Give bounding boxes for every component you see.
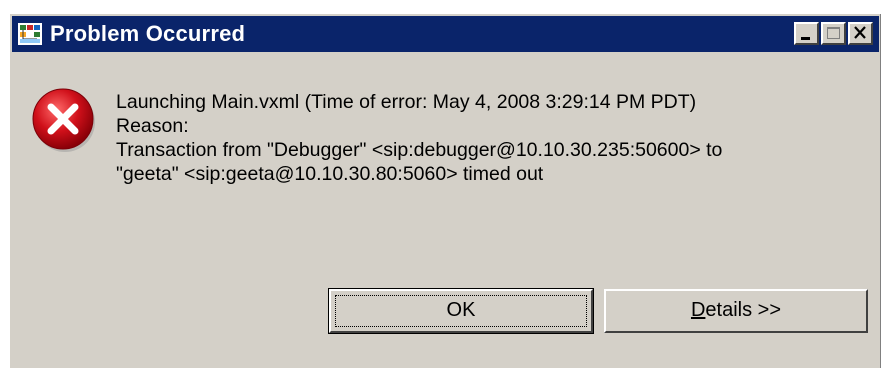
- minimize-icon: [801, 37, 810, 40]
- error-message: Launching Main.vxml (Time of error: May …: [116, 90, 856, 186]
- window-title: Problem Occurred: [50, 21, 246, 46]
- maximize-icon: [827, 27, 840, 39]
- message-line-timeout: "geeta" <sip:geeta@10.10.30.80:5060> tim…: [116, 163, 544, 185]
- message-line-launching: Launching Main.vxml (Time of error: May …: [116, 91, 697, 113]
- maximize-button[interactable]: [821, 22, 846, 45]
- ok-button[interactable]: OK: [328, 288, 594, 334]
- title-bar[interactable]: Problem Occurred: [12, 16, 879, 52]
- details-mnemonic: D: [690, 299, 706, 321]
- workflow-app-icon: [18, 23, 42, 45]
- message-line-reason: Reason:: [116, 115, 189, 137]
- details-button[interactable]: Details >>: [604, 289, 868, 333]
- details-button-label: etails >>: [705, 299, 782, 321]
- message-line-transaction: Transaction from "Debugger" <sip:debugge…: [116, 139, 723, 161]
- close-button[interactable]: [848, 22, 873, 45]
- error-icon: [32, 88, 95, 152]
- minimize-button[interactable]: [794, 22, 819, 45]
- problem-dialog: Problem Occurred Launching Main.vxml (Ti…: [8, 12, 881, 368]
- focus-rectangle: [335, 295, 587, 327]
- close-icon: [854, 26, 866, 39]
